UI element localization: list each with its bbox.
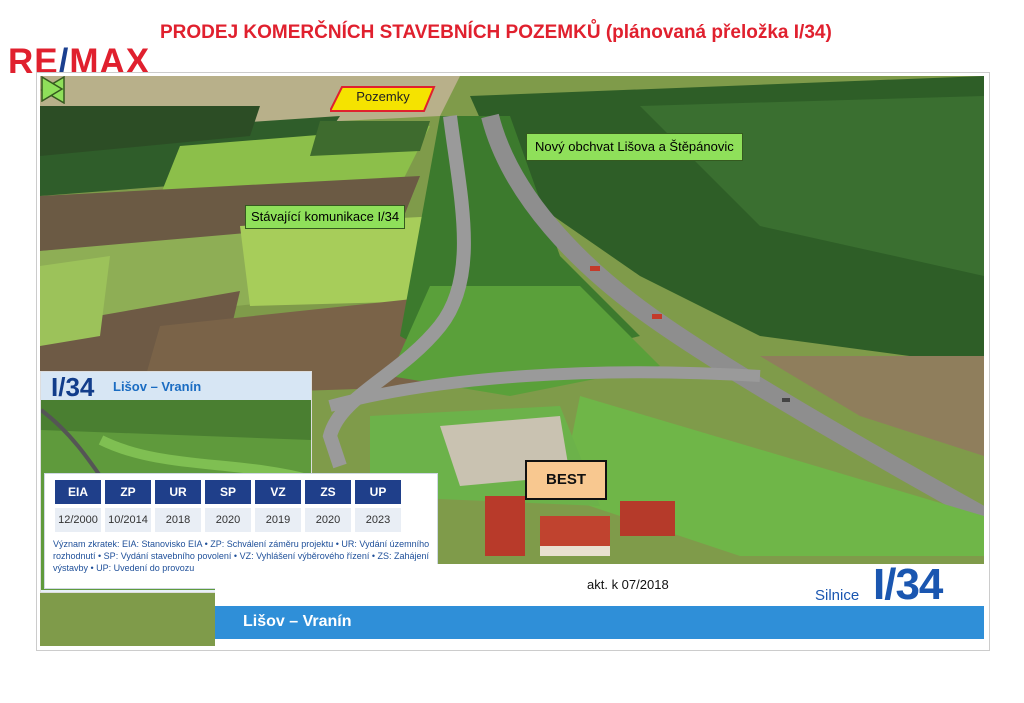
milestone-header: UP bbox=[355, 480, 401, 504]
milestone-value: 12/2000 bbox=[55, 504, 101, 532]
milestone-header: VZ bbox=[255, 480, 301, 504]
milestone-header: ZS bbox=[305, 480, 351, 504]
milestone-header: ZP bbox=[105, 480, 151, 504]
update-date: akt. k 07/2018 bbox=[587, 577, 669, 592]
aerial-visualization: Pozemky Nový obchvat Lišova a Štěpánovic… bbox=[40, 76, 984, 646]
pozemky-text: Pozemky bbox=[356, 89, 410, 104]
route-bar: Lišov – Vranín bbox=[215, 606, 984, 639]
best-label: BEST bbox=[525, 460, 607, 500]
silnice-label: Silnice bbox=[815, 587, 860, 604]
milestone-grid: EIA ZP UR SP VZ ZS UP 12/2000 10/2014 20… bbox=[51, 480, 405, 532]
milestone-value: 10/2014 bbox=[105, 504, 151, 532]
stavajici-arrow-icon bbox=[41, 76, 64, 102]
milestone-value: 2020 bbox=[305, 504, 351, 532]
milestone-header: EIA bbox=[55, 480, 101, 504]
milestone-header: UR bbox=[155, 480, 201, 504]
milestone-value: 2023 bbox=[355, 504, 401, 532]
route-bar-text: Lišov – Vranín bbox=[243, 613, 352, 630]
milestone-value: 2019 bbox=[255, 504, 301, 532]
stavajici-label: Stávající komunikace I/34 bbox=[245, 205, 406, 229]
silnice-road-code: I/34 bbox=[873, 560, 943, 609]
milestone-value-row: 12/2000 10/2014 2018 2020 2019 2020 2023 bbox=[55, 504, 401, 532]
milestone-header: SP bbox=[205, 480, 251, 504]
inset-route: Lišov – Vranín bbox=[113, 379, 202, 394]
page-title: PRODEJ KOMERČNÍCH STAVEBNÍCH POZEMKŮ (pl… bbox=[160, 22, 832, 43]
milestone-header-row: EIA ZP UR SP VZ ZS UP bbox=[55, 480, 401, 504]
pozemky-label: Pozemky bbox=[330, 85, 436, 112]
inset-road-code: I/34 bbox=[51, 372, 95, 402]
milestone-value: 2018 bbox=[155, 504, 201, 532]
milestone-value: 2020 bbox=[205, 504, 251, 532]
obchvat-label: Nový obchvat Lišova a Štěpánovic bbox=[526, 133, 743, 161]
